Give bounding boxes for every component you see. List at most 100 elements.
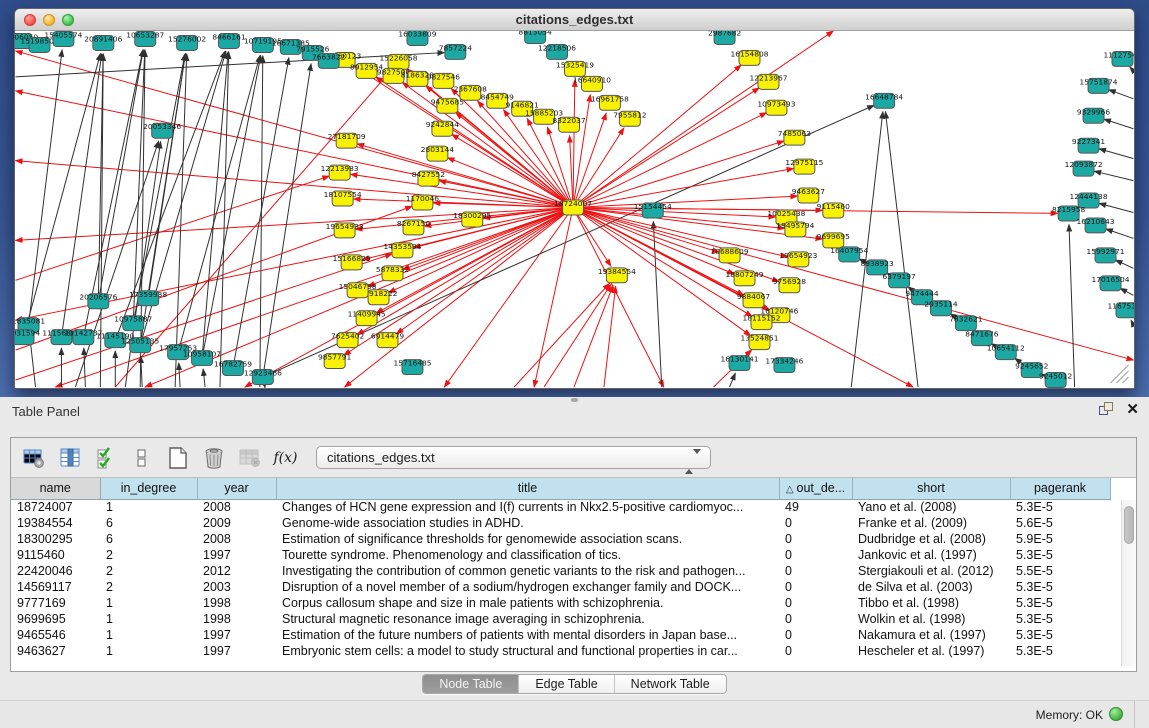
cell[interactable]: 2 <box>100 547 197 563</box>
column-header-short[interactable]: short <box>852 478 1010 499</box>
table-row[interactable]: 1872400712008Changes of HCN gene express… <box>11 499 1110 515</box>
network-node[interactable]: 6379197 <box>882 272 916 288</box>
cell[interactable]: 5.3E-5 <box>1010 643 1110 659</box>
cell[interactable]: 1 <box>100 611 197 627</box>
cell[interactable]: 1 <box>100 499 197 515</box>
cell[interactable]: Corpus callosum shape and size in male p… <box>276 595 779 611</box>
network-node[interactable]: 19495794 <box>776 221 814 237</box>
cell[interactable]: 0 <box>779 515 852 531</box>
cell[interactable]: Estimation of the future numbers of pati… <box>276 627 779 643</box>
network-node[interactable]: 10653287 <box>126 31 164 46</box>
table-row[interactable]: 1938455462009Genome-wide association stu… <box>11 515 1110 531</box>
close-panel-icon[interactable]: ✕ <box>1126 402 1139 417</box>
network-node[interactable]: 9475685 <box>431 97 465 113</box>
table-row[interactable]: 946554611997Estimation of the future num… <box>11 627 1110 643</box>
cell[interactable]: 6 <box>100 515 197 531</box>
network-node[interactable]: 12213967 <box>749 73 787 89</box>
cell[interactable]: 9115460 <box>11 547 100 563</box>
cell[interactable]: Stergiakouli et al. (2012) <box>852 563 1010 579</box>
cell[interactable]: 1 <box>100 643 197 659</box>
cell[interactable]: 2009 <box>197 515 276 531</box>
cell[interactable]: Embryonic stem cells: a model to study s… <box>276 643 779 659</box>
cell[interactable]: 0 <box>779 531 852 547</box>
column-header-title[interactable]: title <box>276 478 779 499</box>
network-node[interactable]: 7857224 <box>439 43 473 59</box>
network-node[interactable]: 1170046 <box>406 194 440 210</box>
cell[interactable]: 0 <box>779 563 852 579</box>
cell[interactable]: 9777169 <box>11 595 100 611</box>
cell[interactable]: 14569117 <box>11 579 100 595</box>
cell[interactable]: 1997 <box>197 643 276 659</box>
cell[interactable]: Tibbo et al. (1998) <box>852 595 1010 611</box>
network-node[interactable]: 17016504 <box>1091 275 1129 291</box>
network-node[interactable]: 20891406 <box>84 34 122 50</box>
network-node[interactable]: 9756928 <box>773 277 807 293</box>
network-node[interactable]: 15992971 <box>1087 247 1125 263</box>
network-node[interactable]: 17359938 <box>129 290 167 306</box>
close-window-button[interactable] <box>24 14 36 26</box>
column-header-name[interactable]: name <box>11 478 100 499</box>
network-node[interactable]: 16648784 <box>865 92 903 108</box>
cell[interactable]: Changes of HCN gene expression and I(f) … <box>276 499 779 515</box>
cell[interactable]: 5.3E-5 <box>1010 627 1110 643</box>
network-node[interactable]: 15325419 <box>556 60 594 76</box>
column-header-in-degree[interactable]: in_degree <box>100 478 197 499</box>
cell[interactable]: 0 <box>779 547 852 563</box>
network-node[interactable]: 9245012 <box>1039 372 1072 388</box>
network-node[interactable]: 8322037 <box>552 116 586 132</box>
network-node[interactable]: 16961758 <box>591 94 629 110</box>
cell[interactable]: Wolkin et al. (1998) <box>852 611 1010 627</box>
cell[interactable]: 0 <box>779 643 852 659</box>
cell[interactable]: Hescheler et al. (1997) <box>852 643 1010 659</box>
cell[interactable]: 2012 <box>197 563 276 579</box>
cell[interactable]: Tourette syndrome. Phenomenology and cla… <box>276 547 779 563</box>
delete-rows-trash-icon[interactable] <box>201 445 226 471</box>
network-node[interactable]: 14353594 <box>383 242 421 258</box>
network-view-window[interactable]: citations_edges.txt 18724007183002951938… <box>14 8 1135 389</box>
table-row[interactable]: 977716911998Corpus callosum shape and si… <box>11 595 1110 611</box>
network-node[interactable]: 12093872 <box>1065 160 1103 176</box>
minimize-window-button[interactable] <box>43 14 55 26</box>
table-row[interactable]: 1830029562008Estimation of significance … <box>11 531 1110 547</box>
network-node[interactable]: 8267150 <box>397 219 431 235</box>
network-node[interactable]: 11127543 <box>1103 50 1134 66</box>
new-table-icon[interactable] <box>165 445 190 471</box>
cell[interactable]: 2003 <box>197 579 276 595</box>
cell[interactable]: de Silva et al. (2003) <box>852 579 1010 595</box>
cell[interactable]: 9463627 <box>11 643 100 659</box>
window-titlebar[interactable]: citations_edges.txt <box>15 9 1134 31</box>
cell[interactable]: Genome-wide association studies in ADHD. <box>276 515 779 531</box>
cell[interactable]: 18300295 <box>11 531 100 547</box>
network-node[interactable]: 12213983 <box>321 164 359 180</box>
table-row[interactable]: 1456911722003Disruption of a novel membe… <box>11 579 1110 595</box>
cell[interactable]: Nakamura et al. (1997) <box>852 627 1010 643</box>
network-node[interactable]: 10973493 <box>757 99 795 115</box>
cell[interactable]: Yano et al. (2008) <box>852 499 1010 515</box>
network-node[interactable]: 11675313 <box>1107 302 1134 318</box>
cell[interactable]: 1998 <box>197 595 276 611</box>
network-node[interactable]: 18300295 <box>453 211 491 227</box>
network-node[interactable]: 12505135 <box>121 337 159 353</box>
select-rows-icon[interactable] <box>93 445 118 471</box>
network-node[interactable]: 18107554 <box>324 190 362 206</box>
network-node[interactable]: 2987682 <box>708 31 741 44</box>
network-node[interactable]: 7832621 <box>949 315 983 331</box>
cell[interactable]: 5.9E-5 <box>1010 531 1110 547</box>
cell[interactable]: 5.3E-5 <box>1010 499 1110 515</box>
network-node[interactable]: 16033809 <box>398 31 436 45</box>
network-node[interactable]: 12218506 <box>538 43 576 59</box>
cell[interactable]: 0 <box>779 611 852 627</box>
cell[interactable]: 18724007 <box>11 499 100 515</box>
cell[interactable]: 5.3E-5 <box>1010 595 1110 611</box>
table-selector-dropdown[interactable]: citations_edges.txt <box>316 446 711 469</box>
tab-network-table[interactable]: Network Table <box>615 675 726 693</box>
network-node[interactable]: 19654923 <box>779 251 817 267</box>
row-height-icon[interactable] <box>129 445 154 471</box>
cell[interactable]: 1998 <box>197 611 276 627</box>
network-node[interactable]: 17334246 <box>765 357 803 373</box>
network-node[interactable]: 13524851 <box>740 334 778 350</box>
network-node[interactable]: 6914479 <box>371 332 405 348</box>
panel-divider-handle[interactable] <box>571 398 578 402</box>
cell[interactable]: Estimation of significance thresholds fo… <box>276 531 779 547</box>
column-header-out-degree[interactable]: △out_de... <box>779 478 852 499</box>
